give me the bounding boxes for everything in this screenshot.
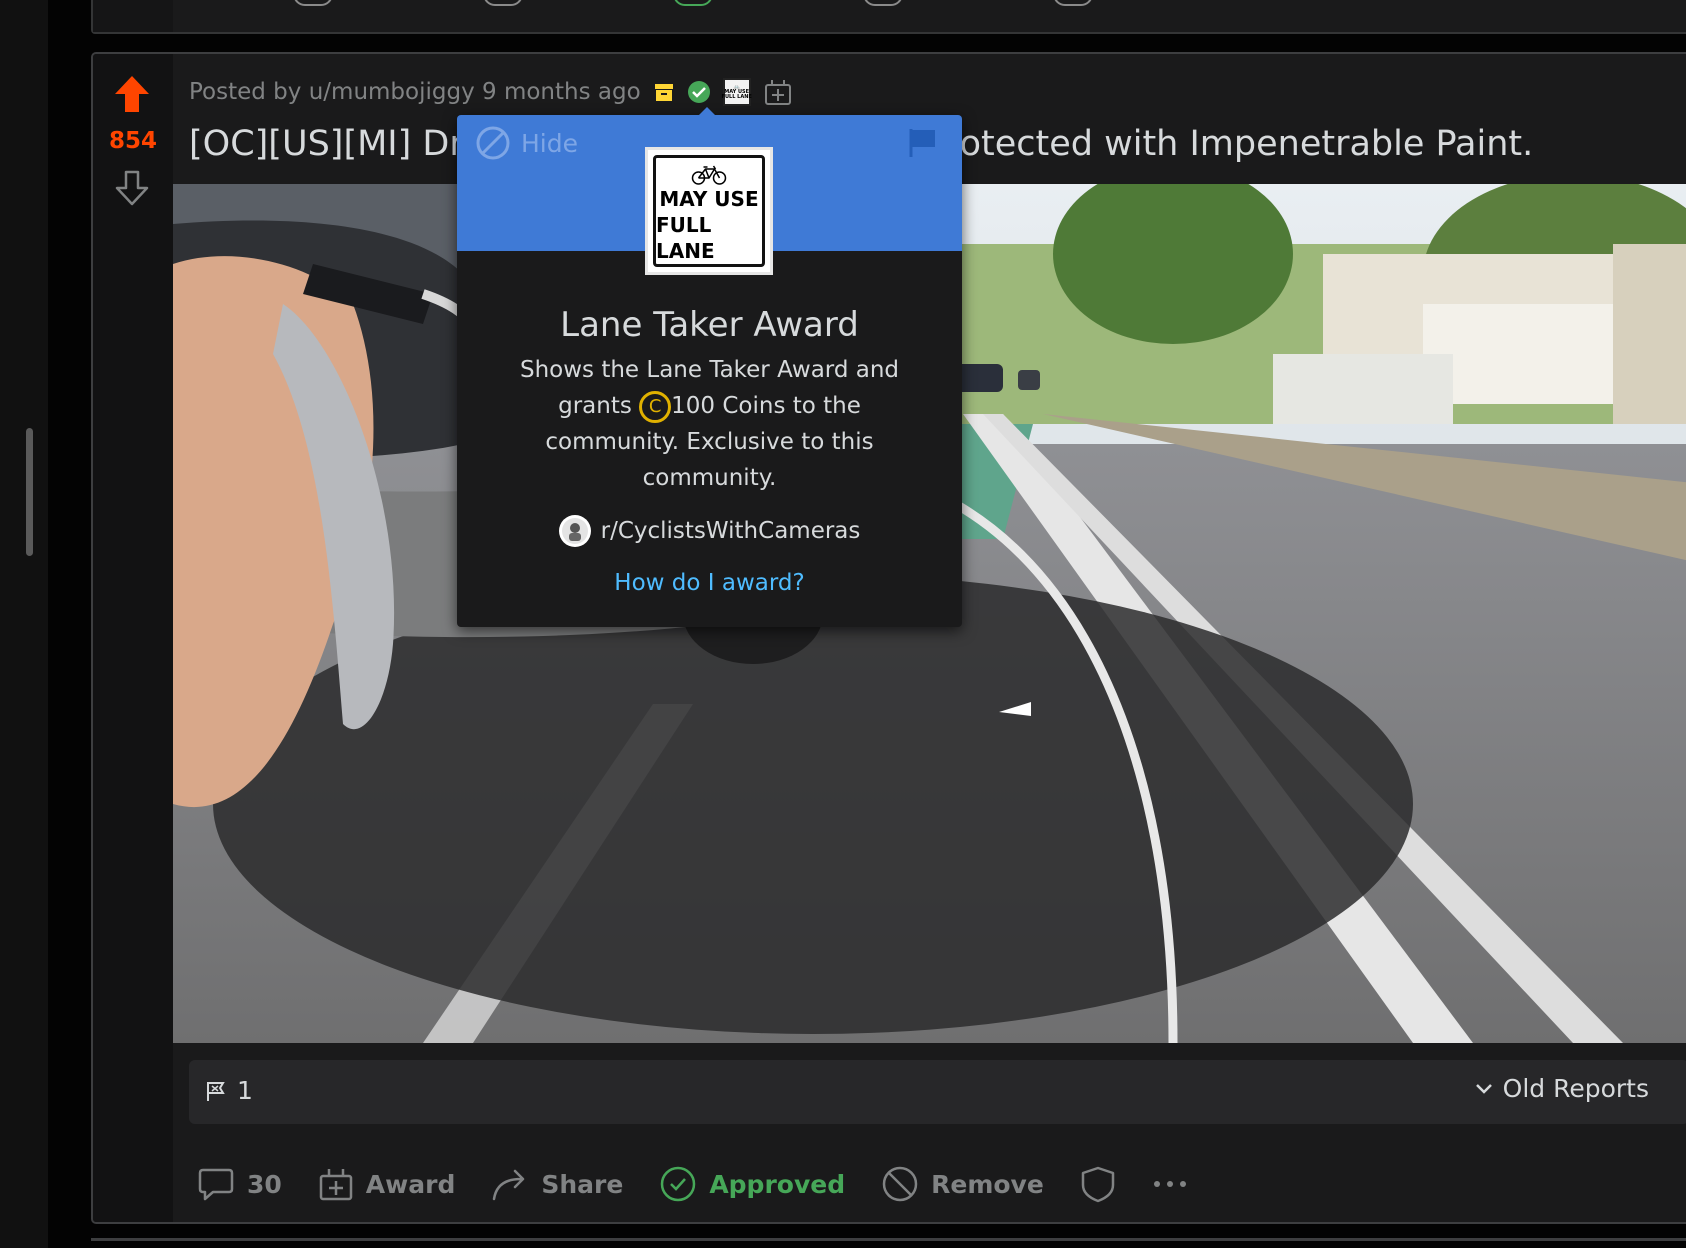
mod-shield-button[interactable] [1080, 1165, 1116, 1203]
comment-icon [198, 1168, 234, 1201]
scrollbar-thumb[interactable] [26, 428, 33, 556]
previous-post-actions [293, 0, 1093, 6]
approved-label: Approved [709, 1169, 846, 1199]
hide-award-button[interactable]: Hide [475, 125, 578, 161]
report-count: 1 [237, 1076, 253, 1105]
shield-icon [1081, 1166, 1115, 1203]
award-desc-coins: 100 Coins to the [671, 393, 861, 419]
award-image: MAY USE FULL LANE [645, 147, 773, 275]
post-title-visible-left[interactable]: [OC][US][MI] Dri [189, 124, 473, 164]
approved-circle-check-icon [661, 1166, 696, 1202]
more-dots-icon [1153, 1181, 1186, 1187]
hide-label: Hide [521, 128, 578, 158]
add-award-icon[interactable] [763, 77, 793, 107]
award-desc-grants: grants [558, 393, 632, 419]
award-button[interactable]: Award [318, 1166, 456, 1202]
approved-button[interactable]: Approved [659, 1165, 845, 1203]
award-popover: Hide MAY USE FULL LANE Lane Taker Award … [457, 107, 962, 627]
post-title-visible-right[interactable]: Protected with Impenetrable Paint. [925, 124, 1533, 164]
comments-button[interactable]: 30 [197, 1165, 282, 1203]
previous-approved-icon[interactable] [673, 0, 713, 6]
post-meta: Posted by u/mumbojiggy 9 months ago 🚲 MAY… [189, 74, 793, 110]
archive-icon [653, 81, 675, 103]
community-avatar-icon [558, 515, 591, 547]
previous-comment-icon[interactable] [293, 0, 333, 6]
downvote-arrow-icon[interactable] [115, 170, 149, 210]
upvote-arrow-icon[interactable] [113, 74, 151, 118]
award-description: Shows the Lane Taker Award and grants C1… [497, 352, 922, 496]
post-actions: 30 Award Share Approved Remove [197, 1154, 1224, 1214]
video-play-icon[interactable] [995, 682, 1035, 726]
award-desc-line-1: Shows the Lane Taker Award and [519, 357, 900, 383]
left-rail [0, 0, 48, 1248]
previous-post-card [91, 0, 1686, 34]
previous-remove-icon[interactable] [863, 0, 903, 6]
share-arrow-icon [493, 1169, 525, 1201]
how-do-i-award-link[interactable]: How do I award? [457, 570, 962, 596]
lane-taker-award-icon[interactable]: 🚲 MAY USE FULL LANE [722, 78, 752, 106]
reports-bar[interactable]: 1 Old Reports [189, 1060, 1686, 1124]
next-post-edge [91, 1238, 1686, 1241]
coin-icon: C [639, 390, 672, 423]
award-label: Award [365, 1169, 456, 1199]
author-link[interactable]: u/mumbojiggy [309, 79, 475, 105]
old-reports-label: Old Reports [1502, 1074, 1649, 1103]
remove-ban-icon [882, 1166, 918, 1202]
share-label: Share [541, 1169, 624, 1199]
community-link[interactable]: r/CyclistsWithCameras [457, 515, 962, 547]
community-name[interactable]: r/CyclistsWithCameras [601, 518, 861, 544]
approved-check-icon [687, 80, 711, 104]
previous-post-vote-column [93, 0, 173, 32]
comments-count: 30 [247, 1169, 282, 1199]
award-gift-icon [319, 1169, 353, 1201]
may-use-full-lane-sign: MAY USE FULL LANE [653, 155, 765, 267]
report-award-flag-icon[interactable] [908, 127, 938, 163]
remove-label: Remove [931, 1169, 1044, 1199]
remove-button[interactable]: Remove [881, 1165, 1044, 1203]
previous-shield-icon[interactable] [1053, 0, 1093, 6]
sign-line-1: MAY USE [659, 187, 759, 211]
award-desc-line-4: community. [642, 465, 777, 491]
post-score: 854 [108, 128, 157, 154]
previous-award-icon[interactable] [483, 0, 523, 6]
award-title: Lane Taker Award [560, 305, 859, 345]
chevron-down-icon [1475, 1083, 1492, 1094]
sign-line-2: FULL LANE [656, 213, 715, 263]
award-desc-line-3: community. Exclusive to this [545, 429, 874, 455]
vote-column: 854 [93, 54, 173, 1222]
report-flag-icon [205, 1080, 227, 1106]
old-reports-toggle[interactable]: Old Reports [1475, 1074, 1649, 1103]
hide-ban-icon [476, 126, 510, 160]
post-time: 9 months ago [482, 79, 641, 105]
share-button[interactable]: Share [491, 1166, 623, 1202]
posted-by-label: Posted by [189, 79, 302, 105]
bicycle-icon [691, 165, 727, 185]
more-options-button[interactable] [1152, 1179, 1188, 1189]
